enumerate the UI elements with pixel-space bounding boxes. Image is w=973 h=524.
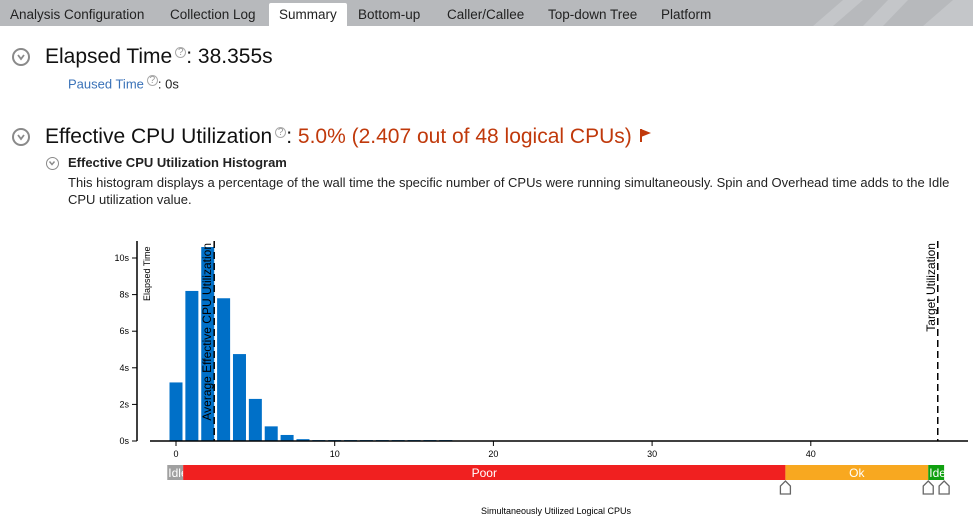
x-tick-label: 40	[806, 449, 816, 459]
y-tick-label: 8s	[119, 290, 129, 300]
marker-label: Average Effective CPU Utilization	[200, 243, 214, 421]
y-axis-label: Elapsed Time	[142, 246, 152, 301]
histogram-bar	[217, 298, 231, 441]
x-tick-label: 30	[647, 449, 657, 459]
y-tick-label: 6s	[119, 326, 129, 336]
histogram-bar	[248, 398, 262, 441]
histogram-bar	[169, 382, 183, 441]
cpu-histogram-chart: 0s 2s 4s 6s 8s 10s 0 10 20 30 40 Elapsed Time Averag…	[114, 241, 968, 516]
y-tick-label: 2s	[119, 399, 129, 409]
y-tick-label: 10s	[114, 253, 129, 263]
range-label: Poor	[472, 466, 497, 480]
range-handle[interactable]	[922, 480, 934, 495]
x-tick-label: 0	[173, 449, 178, 459]
histogram-bar	[232, 354, 246, 441]
x-tick-label: 10	[330, 449, 340, 459]
histogram-bar	[280, 434, 294, 441]
range-label: Ok	[849, 466, 865, 480]
range-label: Ide	[929, 466, 946, 480]
marker-label: Target Utilization	[924, 243, 938, 332]
range-handle[interactable]	[779, 480, 792, 495]
histogram-bar	[264, 426, 278, 441]
x-tick-label: 20	[488, 449, 498, 459]
range-handle[interactable]	[938, 480, 950, 495]
histogram-bar	[185, 290, 199, 441]
x-axis-label: Simultaneously Utilized Logical CPUs	[481, 506, 632, 516]
y-tick-label: 4s	[119, 363, 129, 373]
y-tick-label: 0s	[119, 436, 129, 446]
